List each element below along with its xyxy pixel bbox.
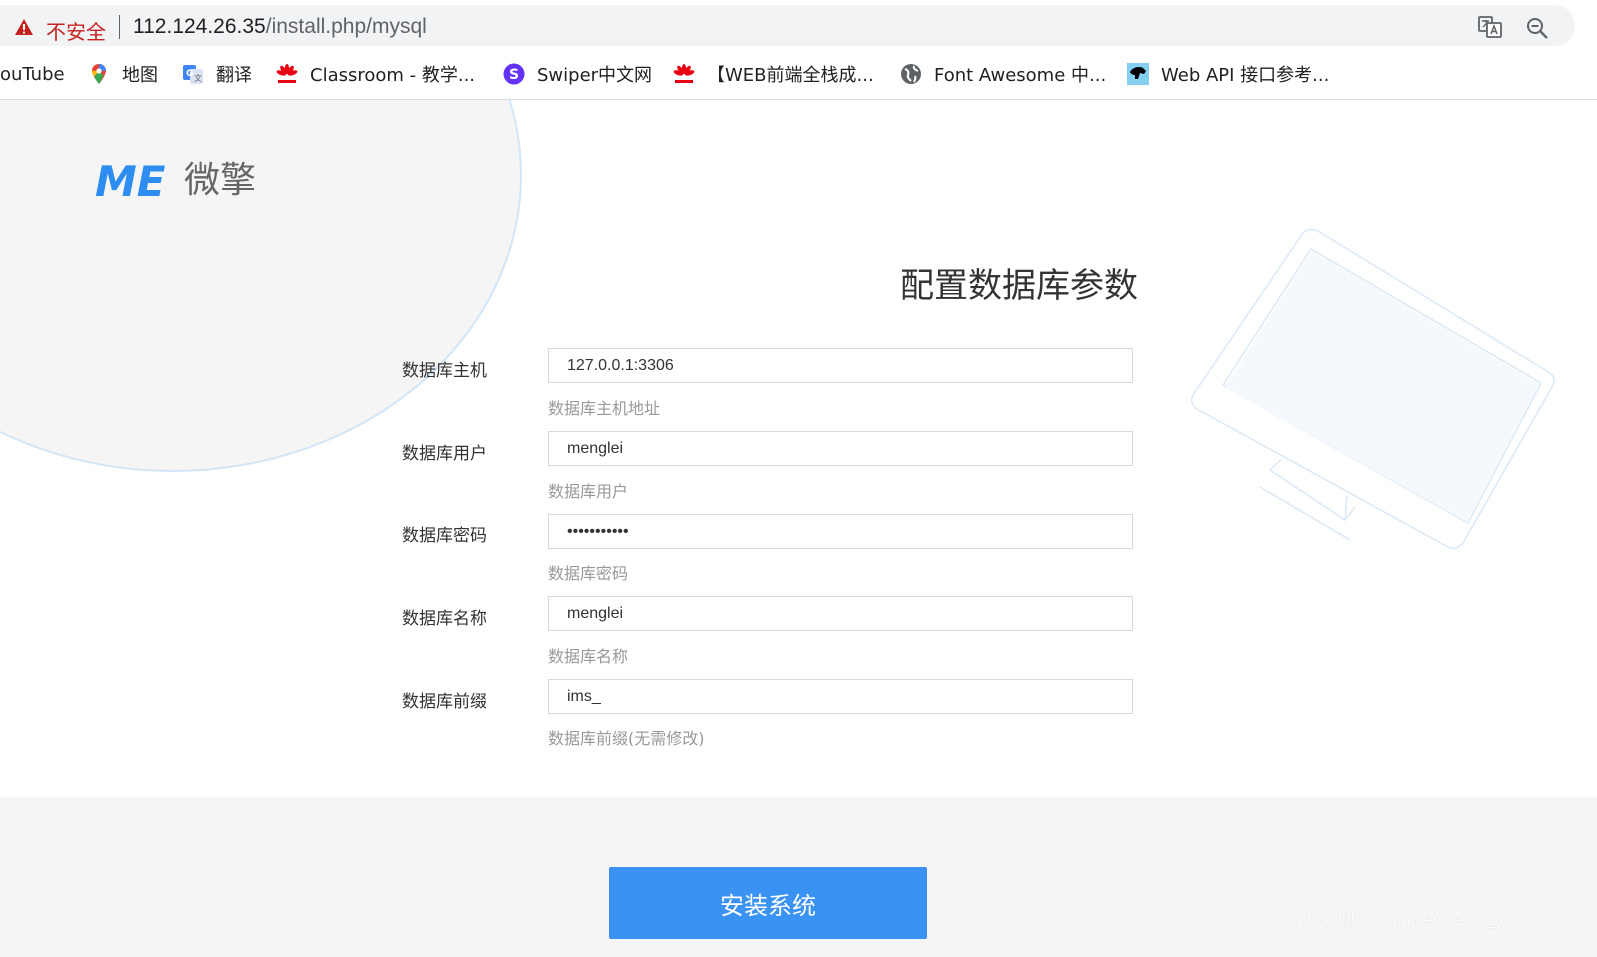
bookmark-swiper[interactable]: S Swiper中文网 — [503, 60, 652, 88]
db-host-label: 数据库主机 — [402, 361, 487, 381]
db-name-input[interactable] — [548, 596, 1133, 631]
translate-icon[interactable] — [1478, 16, 1502, 38]
huawei-icon — [276, 64, 298, 83]
bookmark-label: 地图 — [122, 65, 158, 86]
logo-mark: ME — [95, 157, 166, 203]
db-password-label: 数据库密码 — [402, 526, 487, 546]
bookmark-label: Classroom - 教学... — [310, 65, 476, 86]
bookmark-web-fullstack[interactable]: 【WEB前端全栈成... — [673, 60, 874, 88]
huawei-icon — [673, 64, 695, 83]
google-translate-icon: G 文 — [183, 65, 203, 84]
bookmark-maps[interactable]: 地图 — [88, 60, 158, 88]
db-prefix-input[interactable] — [548, 679, 1133, 714]
bookmarks-bar: ouTube 地图 G 文 翻译 Classroom - 教学... S Swi… — [0, 50, 1597, 100]
logo-text: 微擎 — [184, 160, 256, 201]
db-prefix-label: 数据库前缀 — [402, 692, 487, 712]
security-status-label[interactable]: 不安全 — [46, 16, 106, 45]
globe-icon — [901, 64, 921, 84]
logo: ME 微擎 — [95, 157, 256, 203]
bookmark-label: Web API 接口参考... — [1161, 65, 1330, 86]
address-bar: 不安全 112.124.26.35/install.php/mysql — [0, 0, 1597, 50]
db-user-hint: 数据库用户 — [548, 482, 629, 501]
db-user-label: 数据库用户 — [402, 444, 487, 464]
db-user-input[interactable] — [548, 431, 1133, 466]
bookmark-font-awesome[interactable]: Font Awesome 中... — [900, 60, 1106, 88]
swiper-icon: S — [503, 63, 525, 85]
bookmark-web-api[interactable]: Web API 接口参考... — [1127, 60, 1329, 88]
bookmark-classroom[interactable]: Classroom - 教学... — [276, 60, 475, 88]
db-host-input[interactable] — [548, 348, 1133, 383]
omnibox-separator — [119, 15, 120, 39]
bookmark-label: 翻译 — [216, 65, 252, 86]
form-title: 配置数据库参数 — [900, 266, 1138, 306]
svg-text:G: G — [186, 69, 193, 79]
bookmark-label: Swiper中文网 — [537, 65, 653, 86]
watermark: https://blog.csdn.net/weixin_44407701 — [1294, 912, 1567, 929]
db-name-hint: 数据库名称 — [548, 647, 629, 666]
db-password-input[interactable] — [548, 514, 1133, 549]
zoom-out-icon[interactable] — [1525, 16, 1549, 40]
mdn-icon — [1127, 63, 1149, 85]
omnibox[interactable]: 不安全 112.124.26.35/install.php/mysql — [0, 5, 1575, 46]
bookmark-label: 【WEB前端全栈成... — [707, 65, 874, 86]
warning-icon[interactable] — [14, 18, 34, 36]
bookmark-youtube[interactable]: ouTube — [0, 60, 65, 88]
bookmark-label: ouTube — [0, 63, 65, 85]
svg-text:文: 文 — [194, 73, 202, 83]
db-prefix-hint: 数据库前缀(无需修改) — [548, 729, 705, 748]
monitor-illustration — [1190, 228, 1555, 550]
db-name-label: 数据库名称 — [402, 609, 487, 629]
install-system-button[interactable]: 安装系统 — [609, 867, 927, 939]
bookmark-label: Font Awesome 中... — [934, 65, 1107, 86]
installer-main: ME 微擎 配置数据库参数 数据库主机 数据库主机地址 数据库用户 数据库用户 … — [0, 100, 1597, 797]
footer: 安装系统 https://blog.csdn.net/weixin_444077… — [0, 797, 1597, 957]
google-maps-icon — [92, 64, 106, 84]
url-text[interactable]: 112.124.26.35/install.php/mysql — [133, 15, 427, 39]
db-host-hint: 数据库主机地址 — [548, 399, 661, 418]
bookmark-translate[interactable]: G 文 翻译 — [182, 60, 252, 88]
svg-text:S: S — [509, 67, 519, 83]
url-host: 112.124.26.35 — [133, 15, 266, 38]
url-path: /install.php/mysql — [265, 15, 427, 38]
db-password-hint: 数据库密码 — [548, 564, 629, 583]
